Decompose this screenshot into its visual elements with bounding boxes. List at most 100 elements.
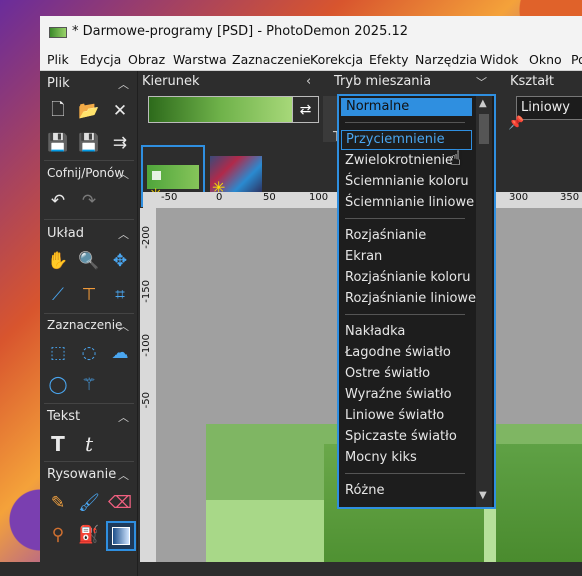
menu-layer[interactable]: Warstwa (173, 52, 227, 67)
gradient-preview[interactable] (148, 96, 293, 123)
scroll-thumb[interactable] (479, 114, 489, 144)
save-icon[interactable]: 💾 (44, 129, 72, 157)
new-file-icon[interactable]: 🗋 (44, 97, 72, 125)
divider (44, 219, 134, 220)
ruler-tick: 100 (309, 192, 329, 203)
ruler-tick: -200 (141, 226, 152, 249)
polygon-lasso-icon[interactable]: ◯ (44, 371, 72, 399)
option-hard-mix[interactable]: Mocny kiks (345, 450, 417, 465)
option-linear-dodge[interactable]: Rozjaśnianie liniowe (345, 291, 476, 306)
menu-edit[interactable]: Edycja (80, 52, 121, 67)
scroll-up-icon[interactable]: ▲ (479, 98, 487, 109)
option-misc[interactable]: Różne (345, 483, 384, 498)
menu-effects[interactable]: Efekty (369, 52, 409, 67)
ruler-tick: -50 (161, 192, 178, 203)
eyedropper-icon[interactable]: ⟋ (44, 281, 72, 309)
ellipse-select-icon[interactable]: ◌ (75, 339, 103, 367)
direction-label: Kierunek (142, 74, 200, 89)
section-undo[interactable]: Cofnij/Ponów ︿ (40, 163, 137, 185)
close-icon[interactable]: ✕ (106, 97, 134, 125)
menu-view[interactable]: Widok (480, 52, 518, 67)
ruler-tick: 300 (509, 192, 529, 203)
section-selection-label: Zaznaczenie (47, 318, 123, 332)
undo-icon[interactable]: ↶ (44, 187, 72, 215)
collapse-left-icon[interactable]: ‹ (306, 74, 311, 89)
dropdown-scrollbar[interactable]: ▲ ▼ (476, 96, 492, 507)
menu-window[interactable]: Okno (529, 52, 562, 67)
chevron-up-icon[interactable]: ︿ (118, 226, 129, 242)
pin-icon[interactable]: 📌 (508, 116, 524, 131)
option-linear-light[interactable]: Liniowe światło (345, 408, 444, 423)
text-tool-icon[interactable]: T (44, 430, 72, 458)
title-bar: * Darmowe-programy [PSD] - PhotoDemon 20… (40, 16, 582, 48)
blend-mode-selected[interactable]: Normalne (341, 98, 472, 116)
divider (345, 218, 465, 219)
redo-icon[interactable]: ↷ (75, 187, 103, 215)
magic-wand-icon[interactable]: ⚚ (75, 371, 103, 399)
gradient-tool-icon[interactable] (106, 521, 136, 551)
typography-tool-icon[interactable]: t (75, 430, 103, 458)
export-icon[interactable]: ⇉ (106, 129, 134, 157)
save-copy-icon[interactable]: 💾 (75, 129, 103, 157)
option-vivid-light[interactable]: Wyraźne światło (345, 387, 452, 402)
section-file[interactable]: Plik ︿ (40, 73, 137, 95)
pencil-icon[interactable]: ✎ (44, 489, 72, 517)
section-layout-label: Układ (47, 226, 84, 241)
option-pin-light[interactable]: Spiczaste światło (345, 429, 457, 444)
option-hard-light[interactable]: Ostre światło (345, 366, 430, 381)
divider (44, 313, 134, 314)
chevron-up-icon[interactable]: ︿ (118, 76, 129, 92)
option-color-dodge[interactable]: Rozjaśnianie koloru (345, 270, 471, 285)
option-soft-light[interactable]: Łagodne światło (345, 345, 451, 360)
menu-help[interactable]: Pomo (571, 52, 582, 67)
blend-mode-dropdown[interactable]: Normalne Przyciemnienie Zwielokrotnienie… (337, 94, 496, 509)
image-thumbnail-second[interactable]: ✳ (210, 156, 262, 197)
scroll-down-icon[interactable]: ▼ (479, 490, 487, 501)
fill-bucket-icon[interactable]: ⛽ (75, 521, 103, 549)
blend-mode-label: Tryb mieszania (334, 74, 432, 89)
chevron-up-icon[interactable]: ︿ (118, 467, 129, 483)
shape-value: Liniowy (521, 100, 570, 115)
chevron-up-icon[interactable]: ︿ (118, 166, 129, 182)
chevron-down-icon[interactable]: ﹀ (476, 74, 487, 90)
shape-label: Kształt (510, 74, 554, 89)
chevron-up-icon[interactable]: ︿ (118, 409, 129, 425)
app-icon (49, 27, 67, 38)
vertical-ruler: -200 -150 -100 -50 (140, 208, 157, 562)
ruler-tick: -100 (141, 334, 152, 357)
menu-image[interactable]: Obraz (128, 52, 165, 67)
menu-file[interactable]: Plik (47, 52, 69, 67)
section-draw[interactable]: Rysowanie ︿ (40, 464, 137, 486)
option-multiply[interactable]: Zwielokrotnienie (345, 153, 453, 168)
hand-icon[interactable]: ✋ (44, 247, 72, 275)
eraser-icon[interactable]: ⌫ (106, 489, 134, 517)
clone-stamp-icon[interactable]: ⚲ (44, 521, 72, 549)
zoom-icon[interactable]: 🔍 (75, 247, 103, 275)
divider (345, 314, 465, 315)
lasso-icon[interactable]: ☁ (106, 339, 134, 367)
ruler-tick: -50 (141, 392, 152, 409)
option-linear-burn[interactable]: Ściemnianie liniowe (345, 195, 474, 210)
section-selection[interactable]: Zaznaczenie ︿ (40, 315, 137, 337)
swap-gradient-icon[interactable]: ⇄ (292, 96, 319, 123)
option-screen[interactable]: Ekran (345, 249, 382, 264)
menu-adjust[interactable]: Korekcja (310, 52, 363, 67)
menu-tools[interactable]: Narzędzia (415, 52, 477, 67)
section-text[interactable]: Tekst ︿ (40, 406, 137, 428)
section-layout[interactable]: Układ ︿ (40, 223, 137, 245)
menu-select[interactable]: Zaznaczenie (232, 52, 311, 67)
shape-combo[interactable]: Liniowy (516, 96, 582, 120)
brush-icon[interactable]: 🖌 (75, 489, 103, 517)
divider (44, 461, 134, 462)
open-folder-icon[interactable]: 📂 (75, 97, 103, 125)
rect-select-icon[interactable]: ⬚ (44, 339, 72, 367)
chevron-up-icon[interactable]: ︿ (118, 318, 129, 334)
move-icon[interactable]: ✥ (106, 247, 134, 275)
option-overlay[interactable]: Nakładka (345, 324, 405, 339)
option-lighten[interactable]: Rozjaśnianie (345, 228, 426, 243)
option-color-burn[interactable]: Ściemnianie koloru (345, 174, 469, 189)
crop-icon[interactable]: ⌗ (106, 281, 134, 309)
window-title: * Darmowe-programy [PSD] - PhotoDemon 20… (72, 24, 409, 39)
measure-icon[interactable]: ⊤ (75, 281, 103, 309)
section-draw-label: Rysowanie (47, 467, 117, 482)
